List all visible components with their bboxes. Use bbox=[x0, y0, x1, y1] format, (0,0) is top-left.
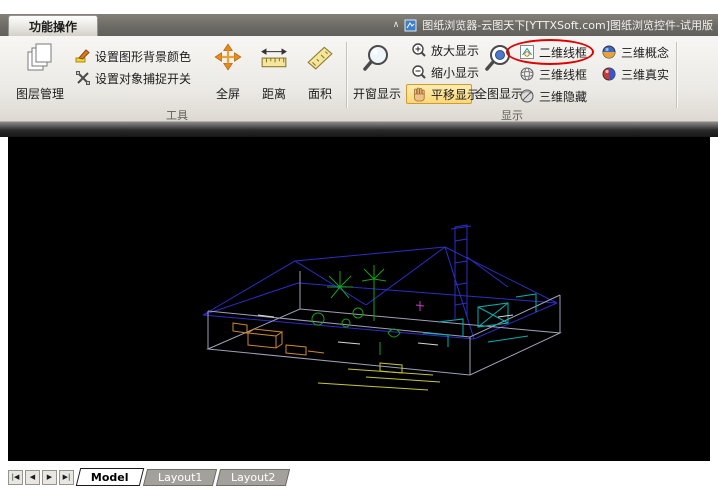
distance-ruler-icon bbox=[260, 43, 288, 71]
set-background-color-label: 设置图形背景颜色 bbox=[95, 48, 191, 65]
wireframe-3d-button[interactable]: 三维线框 bbox=[514, 64, 592, 84]
realistic-3d-label: 三维真实 bbox=[621, 66, 669, 83]
layout-tabs: Model Layout1 Layout2 bbox=[78, 468, 288, 486]
layer-manager-label: 图层管理 bbox=[16, 85, 64, 102]
zoom-in-label: 放大显示 bbox=[431, 42, 479, 59]
previous-tab-button[interactable]: ◀ bbox=[25, 470, 40, 485]
ribbon: 图层管理 设置图形背景颜色 bbox=[0, 36, 718, 122]
realistic-3d-sphere-icon bbox=[601, 66, 617, 82]
zoom-out-icon bbox=[411, 64, 427, 80]
title-cluster: ∧ 图纸浏览器-云图天下[YTTXSoft.com]图纸浏览控件-试用版 bbox=[393, 14, 713, 36]
wireframe-3d-label: 三维线框 bbox=[539, 66, 587, 83]
distance-button[interactable]: 距离 bbox=[252, 40, 296, 104]
fullscreen-icon bbox=[214, 43, 242, 71]
hidden-3d-button[interactable]: 三维隐藏 bbox=[514, 86, 592, 106]
snap-toggle-icon bbox=[75, 70, 91, 86]
tab-model-label: Model bbox=[91, 471, 129, 484]
app-icon bbox=[404, 19, 417, 32]
fullscreen-button[interactable]: 全屏 bbox=[208, 40, 248, 104]
last-tab-button[interactable]: ▶| bbox=[59, 470, 74, 485]
wireframe-2d-icon bbox=[519, 44, 535, 60]
hidden-3d-label: 三维隐藏 bbox=[539, 88, 587, 105]
render-mode-column-1: 二维线框 三维线框 bbox=[514, 42, 592, 106]
distance-label: 距离 bbox=[262, 85, 286, 102]
tab-label: 功能操作 bbox=[29, 18, 77, 35]
hidden-3d-icon bbox=[519, 88, 535, 104]
background-color-icon bbox=[75, 48, 91, 64]
tab-model[interactable]: Model bbox=[76, 468, 144, 486]
titlebar: 功能操作 ∧ 图纸浏览器-云图天下[YTTXSoft.com]图纸浏览控件-试用… bbox=[0, 14, 718, 36]
zoom-out-button[interactable]: 缩小显示 bbox=[406, 62, 472, 82]
wireframe-2d-button[interactable]: 二维线框 bbox=[514, 42, 592, 62]
tab-layout2-label: Layout2 bbox=[231, 471, 275, 484]
area-button[interactable]: 面积 bbox=[298, 40, 342, 104]
group-separator bbox=[676, 42, 677, 108]
zoom-column: 放大显示 缩小显示 bbox=[406, 40, 472, 104]
window-zoom-button[interactable]: 开窗显示 bbox=[352, 40, 402, 104]
window-zoom-label: 开窗显示 bbox=[353, 85, 401, 102]
area-ruler-icon bbox=[306, 43, 334, 71]
tab-layout2[interactable]: Layout2 bbox=[216, 469, 291, 486]
set-background-color-button[interactable]: 设置图形背景颜色 bbox=[70, 46, 206, 66]
pan-hand-icon bbox=[411, 86, 427, 102]
wireframe-2d-label: 二维线框 bbox=[539, 44, 587, 61]
fullscreen-label: 全屏 bbox=[216, 85, 240, 102]
fit-all-magnifier-icon bbox=[484, 43, 514, 73]
ribbon-collapse-icon[interactable]: ∧ bbox=[393, 20, 400, 30]
group-separator bbox=[346, 42, 347, 108]
conceptual-3d-label: 三维概念 bbox=[621, 44, 669, 61]
zoom-in-icon bbox=[411, 42, 427, 58]
tab-layout1-label: Layout1 bbox=[158, 471, 202, 484]
layout-tabbar: |◀ ◀ ▶ ▶| Model Layout1 Layout2 bbox=[0, 461, 718, 489]
tab-nav-buttons: |◀ ◀ ▶ ▶| bbox=[8, 470, 74, 485]
first-tab-button[interactable]: |◀ bbox=[8, 470, 23, 485]
application-window: 功能操作 ∧ 图纸浏览器-云图天下[YTTXSoft.com]图纸浏览控件-试用… bbox=[0, 0, 718, 489]
tab-layout1[interactable]: Layout1 bbox=[142, 469, 217, 486]
conceptual-3d-button[interactable]: 三维概念 bbox=[596, 42, 670, 62]
tab-function-operations[interactable]: 功能操作 bbox=[8, 15, 98, 36]
ribbon-bottom-strip bbox=[0, 122, 718, 137]
next-tab-button[interactable]: ▶ bbox=[42, 470, 57, 485]
tools-group-label: 工具 bbox=[12, 107, 342, 121]
settings-column: 设置图形背景颜色 设置对象捕捉开关 bbox=[70, 46, 206, 88]
area-label: 面积 bbox=[308, 85, 332, 102]
drawing-canvas[interactable] bbox=[8, 137, 710, 461]
zoom-in-button[interactable]: 放大显示 bbox=[406, 40, 472, 60]
pan-button[interactable]: 平移显示 bbox=[406, 84, 472, 104]
render-mode-column-2: 三维概念 三维真实 bbox=[596, 42, 670, 84]
conceptual-3d-sphere-icon bbox=[601, 44, 617, 60]
window-zoom-magnifier-icon bbox=[362, 43, 392, 73]
display-group-label: 显示 bbox=[352, 107, 672, 121]
layer-manager-button[interactable]: 图层管理 bbox=[12, 40, 68, 104]
window-title: 图纸浏览器-云图天下[YTTXSoft.com]图纸浏览控件-试用版 bbox=[422, 17, 713, 33]
realistic-3d-button[interactable]: 三维真实 bbox=[596, 64, 670, 84]
cad-wireframe-house-drawing bbox=[8, 137, 710, 461]
set-object-snap-button[interactable]: 设置对象捕捉开关 bbox=[70, 68, 206, 88]
wireframe-3d-icon bbox=[519, 66, 535, 82]
pan-label: 平移显示 bbox=[431, 86, 479, 103]
zoom-out-label: 缩小显示 bbox=[431, 64, 479, 81]
layers-icon bbox=[26, 43, 54, 73]
set-object-snap-label: 设置对象捕捉开关 bbox=[95, 70, 191, 87]
